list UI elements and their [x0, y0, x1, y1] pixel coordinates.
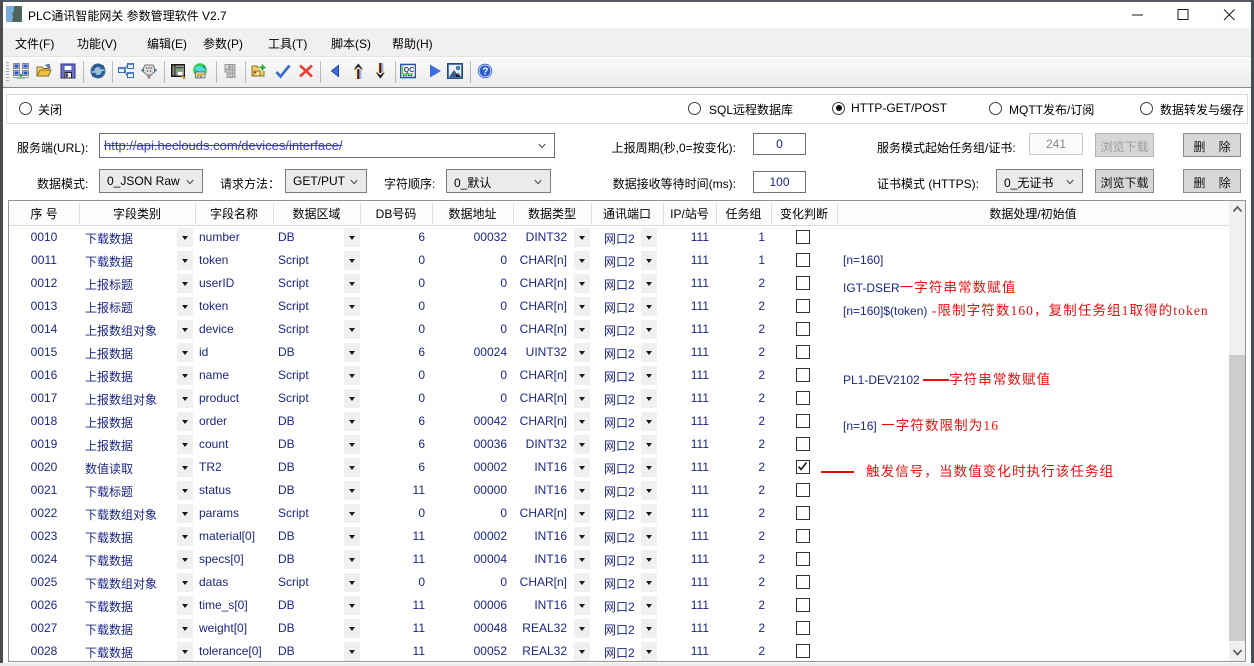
- svg-text:QC: QC: [404, 67, 415, 74]
- svg-text:?: ?: [482, 67, 488, 78]
